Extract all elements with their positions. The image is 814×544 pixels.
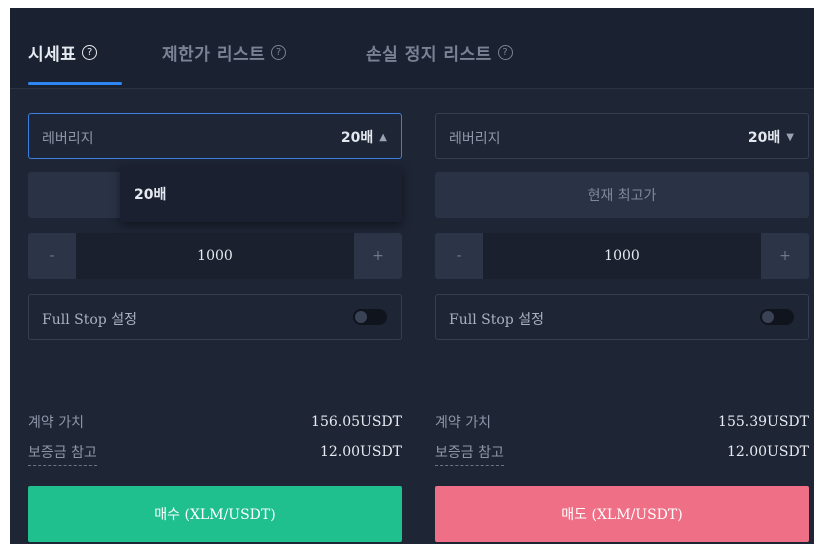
- tab-stop-loss-list-label: 손실 정지 리스트: [366, 45, 492, 65]
- leverage-dropdown-menu: 20배: [120, 166, 402, 222]
- full-stop-toggle[interactable]: [760, 309, 794, 325]
- tab-market[interactable]: 시세표 ?: [28, 40, 98, 65]
- quantity-stepper-buy: - 1000 +: [28, 233, 402, 279]
- order-panel: 시세표 ? 제한가 리스트 ? 손실 정지 리스트 ? 레버리지 20배 ▲ -…: [10, 8, 814, 544]
- full-stop-toggle[interactable]: [353, 309, 387, 325]
- leverage-option[interactable]: 20배: [134, 184, 166, 204]
- price-button-sell[interactable]: 현재 최고가: [435, 172, 809, 218]
- contract-value-label: 계약 가치: [28, 415, 84, 431]
- tab-bar: 시세표 ? 제한가 리스트 ? 손실 정지 리스트 ?: [10, 8, 814, 89]
- increment-button[interactable]: +: [761, 233, 809, 279]
- sell-button[interactable]: 매도 (XLM/USDT): [435, 486, 809, 542]
- full-stop-label: Full Stop 설정: [42, 312, 137, 328]
- margin-reference-label[interactable]: 보증금 참고: [435, 442, 504, 466]
- active-tab-indicator: [28, 82, 122, 85]
- toggle-knob: [355, 311, 367, 323]
- leverage-label: 레버리지: [42, 131, 94, 147]
- margin-reference-value: 12.00USDT: [319, 444, 402, 460]
- margin-reference-value: 12.00USDT: [726, 444, 809, 460]
- tab-limit-list[interactable]: 제한가 리스트 ?: [162, 40, 287, 65]
- quantity-input[interactable]: 1000: [483, 233, 761, 279]
- quantity-stepper-sell: - 1000 +: [435, 233, 809, 279]
- help-icon[interactable]: ?: [497, 45, 513, 60]
- full-stop-label: Full Stop 설정: [449, 312, 544, 328]
- buy-button[interactable]: 매수 (XLM/USDT): [28, 486, 402, 542]
- leverage-value: 20배: [340, 130, 374, 146]
- full-stop-row-buy: Full Stop 설정: [28, 294, 402, 340]
- increment-button[interactable]: +: [354, 233, 402, 279]
- quantity-input[interactable]: 1000: [76, 233, 354, 279]
- contract-value-label: 계약 가치: [435, 415, 491, 431]
- decrement-button[interactable]: -: [435, 233, 483, 279]
- leverage-select-buy[interactable]: 레버리지 20배 ▲: [28, 113, 402, 159]
- tab-limit-list-label: 제한가 리스트: [162, 45, 266, 65]
- full-stop-row-sell: Full Stop 설정: [435, 294, 809, 340]
- tab-stop-loss-list[interactable]: 손실 정지 리스트 ?: [366, 40, 513, 65]
- help-icon[interactable]: ?: [271, 45, 287, 60]
- leverage-value-wrap: 20배 ▲: [341, 127, 387, 147]
- tab-market-label: 시세표: [28, 45, 77, 65]
- leverage-value-wrap: 20배 ▼: [748, 127, 794, 147]
- chevron-up-icon: ▲: [379, 131, 387, 143]
- help-icon[interactable]: ?: [82, 45, 98, 60]
- decrement-button[interactable]: -: [28, 233, 76, 279]
- toggle-knob: [762, 311, 774, 323]
- leverage-label: 레버리지: [449, 131, 501, 147]
- leverage-select-sell[interactable]: 레버리지 20배 ▼: [435, 113, 809, 159]
- leverage-value: 20배: [747, 130, 781, 146]
- contract-value: 156.05USDT: [311, 414, 402, 430]
- contract-value: 155.39USDT: [718, 414, 809, 430]
- margin-reference-label[interactable]: 보증금 참고: [28, 442, 97, 466]
- chevron-down-icon: ▼: [786, 131, 794, 143]
